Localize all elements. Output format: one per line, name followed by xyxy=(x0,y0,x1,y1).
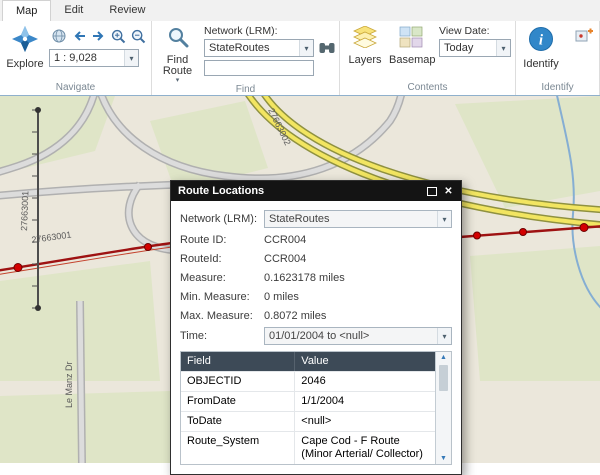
table-scrollbar[interactable]: ▲ ▼ xyxy=(435,352,451,464)
layers-icon xyxy=(353,26,377,53)
ribbon-tab-strip: Map Edit Review xyxy=(0,0,600,21)
cell-value: Cape Cod - F Route (Minor Arterial/ Coll… xyxy=(295,432,435,464)
field-label: Measure: xyxy=(180,272,264,284)
field-label: Time: xyxy=(180,330,264,342)
network-lrm-label: Network (LRM): xyxy=(204,25,336,37)
next-extent-arrow-button[interactable] xyxy=(89,27,108,45)
basemap-icon xyxy=(399,26,423,53)
explore-button[interactable]: Explore xyxy=(3,23,47,70)
tab-edit[interactable]: Edit xyxy=(51,0,96,21)
identify-button[interactable]: i Identify xyxy=(519,23,563,70)
table-row[interactable]: Route_System Cape Cod - F Route (Minor A… xyxy=(181,432,435,464)
find-route-input[interactable] xyxy=(204,60,314,76)
field-row-routeid: RouteId: CCR004 xyxy=(180,251,452,266)
network-lrm-ribbon-combo[interactable]: StateRoutes ▾ xyxy=(204,39,314,57)
scrollbar-thumb[interactable] xyxy=(439,365,448,391)
ribbon-group-identify: i Identify Identify xyxy=(516,21,600,95)
field-row-min-measure: Min. Measure: 0 miles xyxy=(180,289,452,304)
table-row[interactable]: OBJECTID 2046 xyxy=(181,372,435,392)
zoom-in-button[interactable] xyxy=(109,27,128,45)
find-route-dropdown-caret-icon: ▾ xyxy=(176,77,180,84)
field-row-time: Time: 01/01/2004 to <null> ▾ xyxy=(180,327,452,345)
map-scale-value: 1 : 9,028 xyxy=(54,52,97,64)
table-row[interactable]: FromDate 1/1/2004 xyxy=(181,392,435,412)
chevron-down-icon: ▾ xyxy=(496,40,510,56)
ribbon-body: Explore xyxy=(0,21,600,95)
tab-review[interactable]: Review xyxy=(96,0,158,21)
field-label: Network (LRM): xyxy=(180,213,264,225)
route-locations-dialog: Route Locations ✕ Network (LRM): StateRo… xyxy=(170,180,462,475)
zoom-out-button[interactable] xyxy=(129,27,148,45)
close-button[interactable]: ✕ xyxy=(440,183,457,199)
column-header-field: Field xyxy=(181,352,295,371)
table-row[interactable]: ToDate <null> xyxy=(181,412,435,432)
ribbon: Map Edit Review Explore xyxy=(0,0,600,96)
dialog-title: Route Locations xyxy=(178,185,423,197)
full-extent-globe-button[interactable] xyxy=(49,27,68,45)
chevron-down-icon: ▾ xyxy=(124,50,138,66)
field-row-network: Network (LRM): StateRoutes ▾ xyxy=(180,210,452,228)
cell-field: FromDate xyxy=(181,392,295,411)
field-value: CCR004 xyxy=(264,234,306,246)
field-row-max-measure: Max. Measure: 0.8072 miles xyxy=(180,308,452,323)
field-label: Max. Measure: xyxy=(180,310,264,322)
chevron-down-icon: ▾ xyxy=(437,328,451,344)
cell-field: OBJECTID xyxy=(181,372,295,391)
group-label-contents: Contents xyxy=(343,82,512,95)
find-route-button[interactable]: Find Route ▾ xyxy=(155,23,200,84)
chevron-down-icon: ▾ xyxy=(299,40,313,56)
ribbon-group-contents: Layers Basemap View Date: xyxy=(340,21,516,95)
view-date-label: View Date: xyxy=(439,25,511,37)
attributes-table: Field Value OBJECTID 2046 FromDate 1/1/2… xyxy=(180,351,452,465)
time-combo[interactable]: 01/01/2004 to <null> ▾ xyxy=(264,327,452,345)
field-value: 0.8072 miles xyxy=(264,310,326,322)
tab-map[interactable]: Map xyxy=(2,0,51,21)
magnifier-icon xyxy=(167,26,189,53)
field-value: 0 miles xyxy=(264,291,299,303)
table-header-row: Field Value xyxy=(181,352,435,372)
network-lrm-combo[interactable]: StateRoutes ▾ xyxy=(264,210,452,228)
field-label: RouteId: xyxy=(180,253,264,265)
cell-field: ToDate xyxy=(181,412,295,431)
identify-route-tool-button[interactable] xyxy=(574,25,594,43)
maximize-icon xyxy=(427,187,437,196)
ribbon-group-find: Find Route ▾ Network (LRM): StateRoutes … xyxy=(152,21,340,95)
cell-field: Route_System xyxy=(181,432,295,464)
explore-compass-icon xyxy=(12,26,38,57)
map-scale-combo[interactable]: 1 : 9,028 ▾ xyxy=(49,49,139,67)
binoculars-search-button[interactable] xyxy=(317,39,336,57)
ribbon-group-navigate: Explore xyxy=(0,21,152,95)
field-value: CCR004 xyxy=(264,253,306,265)
field-label: Min. Measure: xyxy=(180,291,264,303)
group-label-identify: Identify xyxy=(519,82,596,95)
street-name-label: Le Manz Dr xyxy=(64,361,74,408)
identify-info-icon: i xyxy=(528,26,554,57)
chevron-down-icon: ▾ xyxy=(437,211,451,227)
dialog-body: Network (LRM): StateRoutes ▾ Route ID: C… xyxy=(171,201,461,474)
column-header-value: Value xyxy=(295,352,435,371)
basemap-button[interactable]: Basemap xyxy=(387,23,435,66)
view-date-combo[interactable]: Today ▾ xyxy=(439,39,511,57)
scroll-down-icon[interactable]: ▼ xyxy=(440,453,447,464)
field-label: Route ID: xyxy=(180,234,264,246)
previous-extent-arrow-button[interactable] xyxy=(69,27,88,45)
dialog-titlebar[interactable]: Route Locations ✕ xyxy=(171,181,461,201)
cell-value: 2046 xyxy=(295,372,435,391)
field-row-route-id: Route ID: CCR004 xyxy=(180,232,452,247)
field-value: 0.1623178 miles xyxy=(264,272,345,284)
field-row-measure: Measure: 0.1623178 miles xyxy=(180,270,452,285)
cell-value: <null> xyxy=(295,412,435,431)
layers-button[interactable]: Layers xyxy=(343,23,387,66)
maximize-button[interactable] xyxy=(423,183,440,199)
close-icon: ✕ xyxy=(444,186,452,197)
scroll-up-icon[interactable]: ▲ xyxy=(440,352,447,363)
cell-value: 1/1/2004 xyxy=(295,392,435,411)
route-id-label-vertical: 27663001 xyxy=(19,191,30,231)
group-label-navigate: Navigate xyxy=(3,82,148,95)
